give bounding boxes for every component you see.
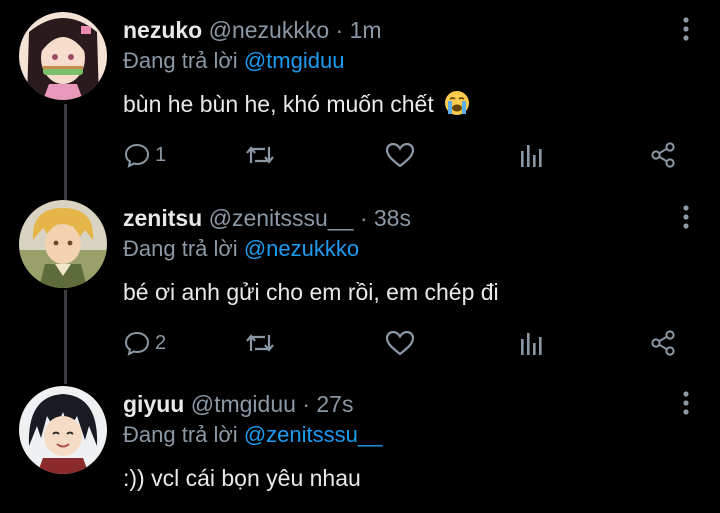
separator-dot: · (335, 17, 344, 43)
tweet[interactable]: giyuu @tmgiduu · 27s Đang trả lời @zenit… (0, 374, 720, 513)
tweet-text-content: :)) vcl cái bọn yêu nhau (123, 465, 361, 491)
display-name[interactable]: zenitsu (123, 205, 202, 231)
timestamp[interactable]: 27s (316, 391, 353, 417)
retweet-button[interactable] (245, 328, 275, 358)
tweet-header: zenitsu @zenitsssu__ · 38s (123, 204, 411, 232)
like-button[interactable] (385, 328, 415, 358)
analytics-button[interactable] (519, 328, 545, 358)
analytics-button[interactable] (519, 140, 545, 170)
tweet-text-content: bùn he bùn he, khó muốn chết (123, 91, 434, 117)
tweet-text-content: bé ơi anh gửi cho em rồi, em chép đi (123, 279, 499, 305)
heart-icon (385, 329, 415, 357)
tweet[interactable]: nezuko @nezukkko · 1m Đang trả lời @tmgi… (0, 0, 720, 190)
reply-icon (123, 141, 151, 169)
retweet-icon (245, 329, 275, 357)
tweet-header: giyuu @tmgiduu · 27s (123, 390, 353, 418)
tweet-text: :)) vcl cái bọn yêu nhau (123, 464, 361, 492)
share-icon (649, 141, 677, 169)
user-handle[interactable]: @nezukkko (209, 17, 330, 43)
analytics-icon (519, 329, 545, 357)
replying-to-label: Đang trả lời (123, 48, 238, 73)
display-name[interactable]: giyuu (123, 391, 184, 417)
tweet-header: nezuko @nezukkko · 1m (123, 16, 382, 44)
replying-to: Đang trả lời @nezukkko (123, 236, 359, 262)
separator-dot: · (302, 391, 310, 417)
avatar[interactable] (19, 200, 107, 288)
tweet[interactable]: zenitsu @zenitsssu__ · 38s Đang trả lời … (0, 188, 720, 378)
retweet-icon (245, 141, 275, 169)
user-handle[interactable]: @tmgiduu (191, 391, 296, 417)
replying-to-link[interactable]: @nezukkko (244, 236, 359, 261)
share-button[interactable] (649, 140, 677, 170)
replying-to-link[interactable]: @tmgiduu (244, 48, 345, 73)
replying-to-label: Đang trả lời (123, 422, 238, 447)
reply-button[interactable]: 1 (123, 140, 166, 170)
action-bar: 1 (123, 140, 683, 170)
share-icon (649, 329, 677, 357)
timestamp[interactable]: 1m (350, 17, 382, 43)
avatar[interactable] (19, 386, 107, 474)
tweet-text: bé ơi anh gửi cho em rồi, em chép đi (123, 278, 499, 306)
action-bar: 2 (123, 328, 683, 358)
replying-to: Đang trả lời @zenitsssu__ (123, 422, 382, 448)
analytics-icon (519, 141, 545, 169)
reply-count: 2 (155, 331, 167, 354)
separator-dot: · (359, 205, 368, 231)
replying-to-label: Đang trả lời (123, 236, 238, 261)
more-options-icon[interactable] (680, 390, 692, 416)
replying-to-link[interactable]: @zenitsssu__ (244, 422, 383, 447)
tweet-text: bùn he bùn he, khó muốn chết (123, 90, 470, 122)
reply-count: 1 (155, 143, 167, 166)
retweet-button[interactable] (245, 140, 275, 170)
display-name[interactable]: nezuko (123, 17, 202, 43)
replying-to: Đang trả lời @tmgiduu (123, 48, 344, 74)
more-options-icon[interactable] (680, 204, 692, 230)
timestamp[interactable]: 38s (374, 205, 411, 231)
heart-icon (385, 141, 415, 169)
user-handle[interactable]: @zenitsssu__ (209, 205, 354, 231)
like-button[interactable] (385, 140, 415, 170)
avatar[interactable] (19, 12, 107, 100)
share-button[interactable] (649, 328, 677, 358)
reply-icon (123, 329, 151, 357)
loudly-crying-face-icon (444, 90, 470, 122)
reply-button[interactable]: 2 (123, 328, 166, 358)
more-options-icon[interactable] (680, 16, 692, 42)
